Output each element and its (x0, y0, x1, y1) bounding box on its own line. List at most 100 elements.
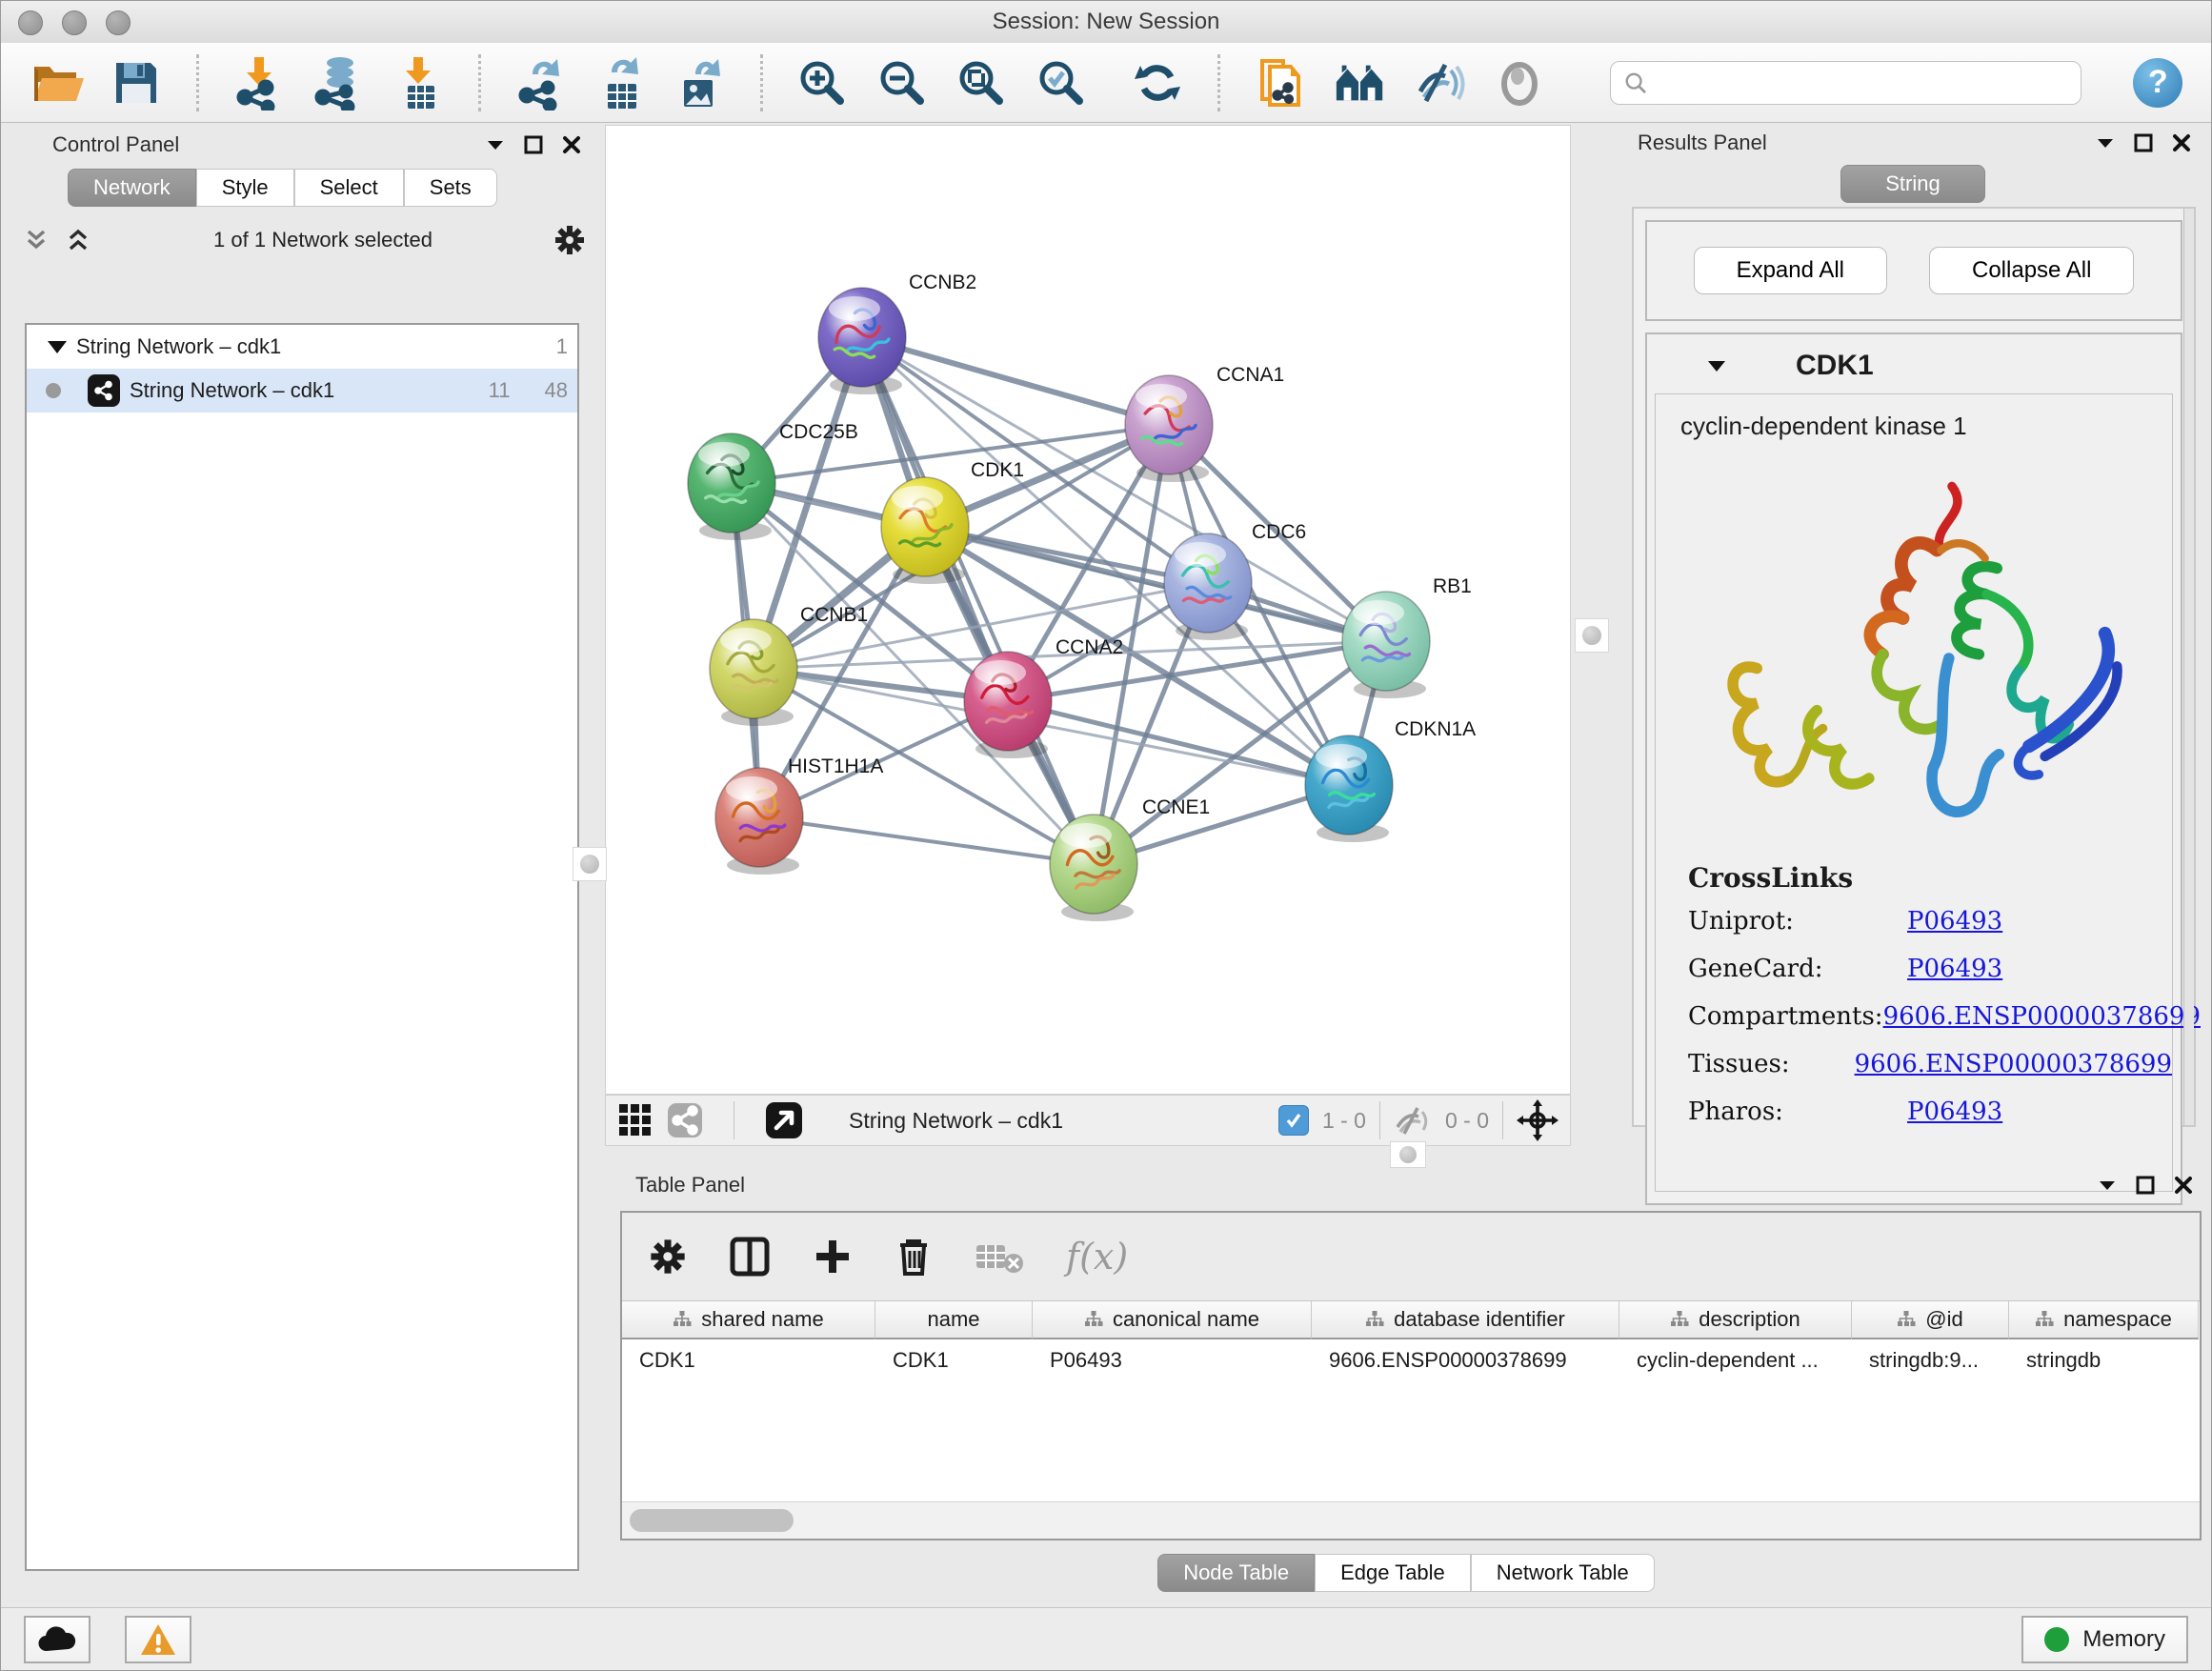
toolbar-separator (760, 54, 763, 111)
panel-collapse-icon[interactable] (2095, 132, 2116, 153)
search-icon (1624, 70, 1647, 95)
network-node-ccne1[interactable] (1050, 815, 1137, 921)
export-network-icon[interactable] (513, 55, 569, 111)
panel-close-icon[interactable] (2173, 1175, 2194, 1196)
column-header-@id[interactable]: @id (1852, 1301, 2009, 1339)
export-image-icon[interactable] (673, 55, 728, 111)
table-row[interactable]: CDK1CDK1P064939606.ENSP00000378699cyclin… (622, 1339, 2200, 1381)
save-session-icon[interactable] (110, 55, 165, 111)
tree-expand-icon[interactable] (48, 341, 67, 353)
crosslink-value-link[interactable]: 9606.ENSP00000378699 (1883, 1002, 2201, 1031)
export-table-icon[interactable] (593, 55, 649, 111)
tab-network[interactable]: Network (68, 169, 196, 207)
network-edge[interactable] (862, 337, 1094, 864)
import-table-icon[interactable] (392, 55, 447, 111)
warning-button[interactable] (125, 1616, 191, 1663)
column-header-sharedname[interactable]: shared name (622, 1301, 875, 1339)
network-row[interactable]: String Network – cdk1 11 48 (27, 369, 577, 413)
zoom-in-icon[interactable] (795, 55, 851, 111)
results-scrollbar[interactable] (2183, 209, 2194, 1125)
table-hscrollbar[interactable] (622, 1501, 2200, 1539)
collapse-all-button[interactable]: Collapse All (1929, 247, 2134, 294)
tab-sets[interactable]: Sets (404, 169, 497, 207)
panel-float-icon[interactable] (2133, 132, 2154, 153)
crosslink-row: Pharos:P06493 (1688, 1097, 2172, 1126)
import-network-file-icon[interactable] (231, 55, 287, 111)
open-file-icon[interactable] (30, 55, 85, 111)
network-node-rb1[interactable] (1342, 592, 1430, 698)
table-hscrollbar-thumb[interactable] (630, 1509, 794, 1532)
selected-checkbox[interactable] (1278, 1105, 1309, 1136)
tab-edge-table[interactable]: Edge Table (1315, 1554, 1471, 1592)
cloud-button[interactable] (24, 1616, 90, 1663)
panel-collapse-icon[interactable] (485, 134, 506, 155)
network-node-cdc25b[interactable] (688, 433, 775, 540)
network-node-count: 11 (489, 378, 511, 403)
memory-status-icon (2044, 1627, 2069, 1652)
network-collection-row[interactable]: String Network – cdk1 1 (27, 325, 577, 369)
panel-float-icon[interactable] (523, 134, 544, 155)
import-network-database-icon[interactable] (312, 55, 367, 111)
expand-all-button[interactable]: Expand All (1694, 247, 1887, 294)
left-splitter-handle[interactable] (573, 847, 607, 881)
neighborhood-icon[interactable] (1333, 55, 1388, 111)
node-table: shared namenamecanonical namedatabase id… (622, 1301, 2200, 1500)
column-header-description[interactable]: description (1619, 1301, 1852, 1339)
panel-float-icon[interactable] (2135, 1175, 2156, 1196)
network-node-ccnb2[interactable] (818, 288, 906, 394)
gear-icon[interactable] (553, 224, 586, 256)
grid-view-icon[interactable] (617, 1102, 654, 1138)
detach-view-icon[interactable] (765, 1101, 803, 1139)
show-all-icon[interactable] (1492, 55, 1547, 111)
memory-button[interactable]: Memory (2021, 1616, 2188, 1663)
bottom-splitter-handle[interactable] (1390, 1141, 1426, 1168)
zoom-fit-icon[interactable] (955, 55, 1010, 111)
crosslink-value-link[interactable]: 9606.ENSP00000378699 (1855, 1050, 2172, 1078)
tab-string[interactable]: String (1840, 165, 1985, 203)
first-neighbors-icon[interactable] (1253, 55, 1308, 111)
collapse-all-icon[interactable] (22, 226, 50, 254)
table-gear-icon[interactable] (649, 1238, 687, 1276)
network-node-hist1h1a[interactable] (715, 768, 803, 875)
protein-collapse-icon[interactable] (1704, 353, 1729, 378)
tab-node-table[interactable]: Node Table (1157, 1554, 1315, 1592)
column-header-databaseidentifier[interactable]: database identifier (1312, 1301, 1619, 1339)
crosslink-value-link[interactable]: P06493 (1907, 955, 2002, 983)
add-column-icon[interactable] (813, 1237, 853, 1277)
tab-style[interactable]: Style (196, 169, 294, 207)
network-node-ccna1[interactable] (1125, 375, 1213, 482)
control-panel-tabs: NetworkStyleSelectSets (68, 169, 595, 207)
protein-structure-image (1675, 458, 2189, 858)
network-canvas[interactable]: CCNB2CCNA1CDC25BCDK1CDC6RB1CCNB1CCNA2CDK… (605, 125, 1571, 1095)
pan-crosshair-icon[interactable] (1517, 1099, 1558, 1141)
refresh-icon[interactable] (1131, 55, 1186, 111)
network-node-ccnb1[interactable] (710, 619, 797, 726)
share-view-icon[interactable] (667, 1102, 703, 1138)
hide-selected-icon[interactable] (1413, 55, 1468, 111)
zoom-selected-icon[interactable] (1034, 55, 1089, 111)
search-input[interactable] (1656, 70, 2067, 96)
crosslinks-title: CrossLinks (1688, 862, 2172, 894)
right-splitter-handle[interactable] (1575, 618, 1609, 653)
column-header-name[interactable]: name (875, 1301, 1033, 1339)
crosslink-value-link[interactable]: P06493 (1907, 907, 2002, 936)
tab-network-table[interactable]: Network Table (1471, 1554, 1655, 1592)
node-label: CCNB2 (909, 272, 976, 293)
network-edge[interactable] (759, 817, 1094, 864)
show-columns-icon[interactable] (729, 1236, 771, 1278)
help-icon[interactable]: ? (2133, 58, 2182, 108)
crosslink-value-link[interactable]: P06493 (1907, 1097, 2002, 1126)
crosslinks-section: CrossLinks Uniprot:P06493GeneCard:P06493… (1656, 858, 2172, 1126)
panel-close-icon[interactable] (561, 134, 582, 155)
delete-column-icon[interactable] (895, 1236, 933, 1278)
column-header-namespace[interactable]: namespace (2009, 1301, 2199, 1339)
panel-collapse-icon[interactable] (2097, 1175, 2118, 1196)
zoom-out-icon[interactable] (875, 55, 930, 111)
expand-all-icon[interactable] (64, 226, 92, 254)
hidden-count: 0 - 0 (1445, 1108, 1489, 1134)
panel-close-icon[interactable] (2171, 132, 2192, 153)
tab-select[interactable]: Select (294, 169, 404, 207)
network-node-cdkn1a[interactable] (1305, 735, 1393, 842)
shared-column-icon (1365, 1310, 1384, 1329)
column-header-canonicalname[interactable]: canonical name (1033, 1301, 1312, 1339)
